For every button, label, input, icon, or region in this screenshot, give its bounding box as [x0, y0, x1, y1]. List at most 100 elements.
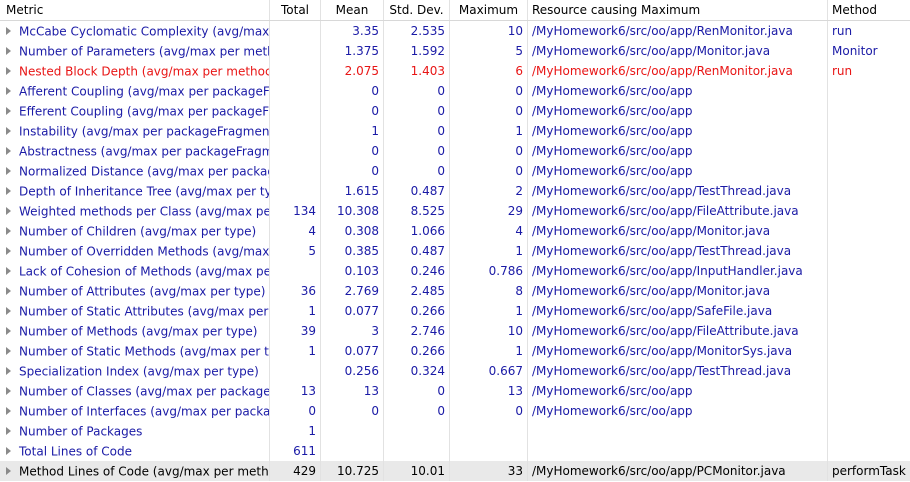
- maximum-cell: [450, 441, 528, 461]
- maximum-cell: 0: [450, 141, 528, 161]
- expand-arrow-icon[interactable]: [6, 66, 11, 75]
- total-cell: [270, 101, 321, 121]
- mean-cell: 0: [321, 101, 384, 121]
- expand-arrow-icon[interactable]: [6, 146, 11, 155]
- table-row[interactable]: Number of Children (avg/max per type) 4 0.…: [0, 221, 910, 241]
- resource-cell: /MyHomework6/src/oo/app/Monitor.java: [528, 41, 828, 61]
- table-row[interactable]: Abstractness (avg/max per packageFragm 0 0…: [0, 141, 910, 161]
- maximum-cell: [450, 421, 528, 441]
- maximum-cell: 6: [450, 61, 528, 81]
- table-row[interactable]: Efferent Coupling (avg/max per packageFr…: [0, 101, 910, 121]
- table-row[interactable]: Number of Interfaces (avg/max per packa 0…: [0, 401, 910, 421]
- method-cell: [828, 361, 910, 381]
- table-row[interactable]: Lack of Cohesion of Methods (avg/max pe 0…: [0, 261, 910, 281]
- metric-cell: Lack of Cohesion of Methods (avg/max pe: [0, 261, 270, 281]
- metric-label: Instability (avg/max per packageFragment: [19, 124, 270, 139]
- column-header-total[interactable]: Total: [270, 0, 321, 20]
- table-row[interactable]: Depth of Inheritance Tree (avg/max per t…: [0, 181, 910, 201]
- expand-arrow-icon[interactable]: [6, 446, 11, 455]
- metric-label: Weighted methods per Class (avg/max pe: [19, 204, 270, 219]
- metric-cell: Abstractness (avg/max per packageFragm: [0, 141, 270, 161]
- expand-arrow-icon[interactable]: [6, 26, 11, 35]
- expand-arrow-icon[interactable]: [6, 266, 11, 275]
- expand-arrow-icon[interactable]: [6, 46, 11, 55]
- expand-arrow-icon[interactable]: [6, 366, 11, 375]
- table-row[interactable]: Specialization Index (avg/max per type) 0…: [0, 361, 910, 381]
- expand-arrow-icon[interactable]: [6, 466, 11, 475]
- std-dev-cell: 2.746: [384, 321, 450, 341]
- method-cell: run: [832, 24, 853, 38]
- table-row[interactable]: McCabe Cyclomatic Complexity (avg/max 3.3…: [0, 21, 910, 41]
- expand-arrow-icon[interactable]: [6, 226, 11, 235]
- table-row[interactable]: Number of Overridden Methods (avg/max 5 0.…: [0, 241, 910, 261]
- expand-arrow-icon[interactable]: [6, 86, 11, 95]
- expand-arrow-icon[interactable]: [6, 106, 11, 115]
- table-row[interactable]: Number of Attributes (avg/max per type) 3…: [0, 281, 910, 301]
- table-row[interactable]: Normalized Distance (avg/max per packag 0…: [0, 161, 910, 181]
- method-cell: [828, 141, 910, 161]
- column-header-method[interactable]: Method: [828, 0, 910, 20]
- mean-cell: 10.725: [321, 461, 384, 481]
- metric-cell: Efferent Coupling (avg/max per packageFr: [0, 101, 270, 121]
- metric-label: Number of Children (avg/max per type): [19, 224, 257, 239]
- expand-arrow-icon[interactable]: [6, 206, 11, 215]
- table-header: Metric Total Mean Std. Dev. Maximum Reso…: [0, 0, 910, 21]
- metric-cell: Number of Classes (avg/max per package: [0, 381, 270, 401]
- maximum-cell: 0: [450, 401, 528, 421]
- method-cell: [828, 161, 910, 181]
- table-row[interactable]: Afferent Coupling (avg/max per packageF 0…: [0, 81, 910, 101]
- table-row[interactable]: Instability (avg/max per packageFragment…: [0, 121, 910, 141]
- metric-cell: Number of Packages: [0, 421, 270, 441]
- std-dev-cell: 0: [384, 161, 450, 181]
- expand-arrow-icon[interactable]: [6, 166, 11, 175]
- column-header-metric[interactable]: Metric: [0, 0, 270, 20]
- table-row[interactable]: Method Lines of Code (avg/max per meth 42…: [0, 461, 910, 481]
- maximum-cell: 0.786: [450, 261, 528, 281]
- metric-label: Normalized Distance (avg/max per packag: [19, 164, 270, 179]
- metric-cell: Number of Static Methods (avg/max per t: [0, 341, 270, 361]
- expand-arrow-icon[interactable]: [6, 386, 11, 395]
- table-row[interactable]: Number of Parameters (avg/max per meth 1.…: [0, 41, 910, 61]
- column-header-maximum[interactable]: Maximum: [450, 0, 528, 20]
- resource-cell: /MyHomework6/src/oo/app/Monitor.java: [528, 221, 828, 241]
- maximum-cell: 10: [450, 321, 528, 341]
- table-row[interactable]: Number of Methods (avg/max per type) 39 3 2…: [0, 321, 910, 341]
- table-row[interactable]: Weighted methods per Class (avg/max pe 13…: [0, 201, 910, 221]
- std-dev-cell: 0.246: [384, 261, 450, 281]
- metric-label: Efferent Coupling (avg/max per packageFr: [19, 104, 270, 119]
- std-dev-cell: 1.403: [384, 61, 450, 81]
- expand-arrow-icon[interactable]: [6, 426, 11, 435]
- expand-arrow-icon[interactable]: [6, 246, 11, 255]
- expand-arrow-icon[interactable]: [6, 346, 11, 355]
- total-cell: 36: [270, 281, 321, 301]
- table-row[interactable]: Number of Static Methods (avg/max per t1…: [0, 341, 910, 361]
- metric-label: Depth of Inheritance Tree (avg/max per t…: [19, 184, 270, 199]
- mean-cell: 0: [321, 141, 384, 161]
- total-cell: 5: [270, 241, 321, 261]
- maximum-cell: 1: [450, 241, 528, 261]
- resource-cell: /MyHomework6/src/oo/app/MonitorSys.java: [528, 341, 828, 361]
- std-dev-cell: 0.266: [384, 341, 450, 361]
- metric-label: Lack of Cohesion of Methods (avg/max pe: [19, 264, 270, 279]
- expand-arrow-icon[interactable]: [6, 406, 11, 415]
- expand-arrow-icon[interactable]: [6, 326, 11, 335]
- table-row[interactable]: Total Lines of Code 611: [0, 441, 910, 461]
- metric-label: Number of Interfaces (avg/max per packa: [19, 404, 270, 419]
- maximum-cell: 13: [450, 381, 528, 401]
- metric-cell: Method Lines of Code (avg/max per meth: [0, 461, 270, 481]
- expand-arrow-icon[interactable]: [6, 186, 11, 195]
- table-row[interactable]: Number of Packages 1: [0, 421, 910, 441]
- maximum-cell: 2: [450, 181, 528, 201]
- column-header-std-dev[interactable]: Std. Dev.: [384, 0, 450, 20]
- expand-arrow-icon[interactable]: [6, 286, 11, 295]
- metric-label: Afferent Coupling (avg/max per packageF: [19, 84, 270, 99]
- total-cell: 1: [270, 301, 321, 321]
- expand-arrow-icon[interactable]: [6, 306, 11, 315]
- metric-label: Method Lines of Code (avg/max per meth: [19, 464, 269, 479]
- column-header-mean[interactable]: Mean: [321, 0, 384, 20]
- table-row[interactable]: Number of Static Attributes (avg/max per…: [0, 301, 910, 321]
- column-header-resource[interactable]: Resource causing Maximum: [528, 0, 828, 20]
- expand-arrow-icon[interactable]: [6, 126, 11, 135]
- table-row[interactable]: Number of Classes (avg/max per package 13…: [0, 381, 910, 401]
- table-row[interactable]: Nested Block Depth (avg/max per methoc 2.…: [0, 61, 910, 81]
